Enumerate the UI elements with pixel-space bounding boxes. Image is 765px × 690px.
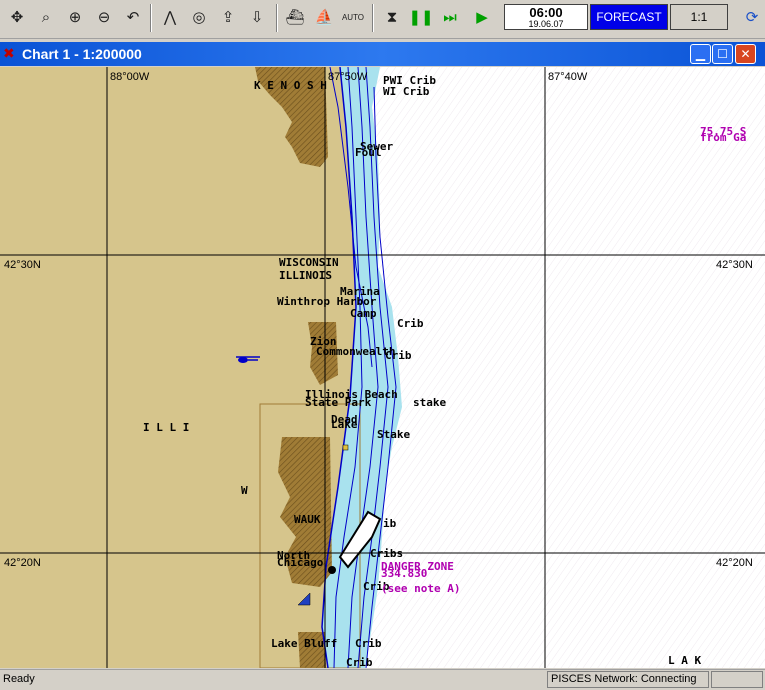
fast-forward-icon[interactable]: ⏭	[438, 5, 462, 29]
label-chicago: Chicago	[277, 556, 324, 569]
lat-42-30-label-left: 42°30N	[4, 259, 41, 271]
label-crib-1: Crib	[397, 317, 424, 330]
label-kenosha: K E N O S H	[254, 79, 327, 92]
stop-icon[interactable]: ⧗	[380, 5, 404, 29]
zoom-window-icon[interactable]: ⌕	[34, 5, 58, 29]
label-crib-5: Crib	[346, 656, 373, 668]
label-crib-4: Crib	[355, 637, 382, 650]
undo-icon[interactable]: ↶	[121, 5, 145, 29]
forecast-button[interactable]: FORECAST	[590, 4, 668, 30]
label-see-note: (see note A)	[381, 582, 460, 595]
lat-42-30-label-right: 42°30N	[716, 259, 753, 271]
chart-canvas[interactable]: 88°00W 87°50W 87°40W 42°30N 42°30N 42°20…	[0, 67, 765, 668]
app-icon: ✖	[3, 45, 15, 61]
label-illinois-state: I L L I	[143, 421, 189, 434]
simulation-clock: 06:00 19.06.07	[504, 4, 588, 30]
close-button[interactable]: ✕	[735, 44, 756, 64]
network-icon[interactable]: ⟳	[740, 5, 764, 29]
buoy-icon[interactable]	[342, 444, 349, 451]
label-lake-bluff: Lake Bluff	[271, 637, 337, 650]
lon-87-50-label: 87°50W	[328, 71, 368, 83]
label-camp: Camp	[350, 307, 377, 320]
time-scale-button[interactable]: 1:1	[670, 4, 728, 30]
clock-date: 19.06.07	[528, 18, 564, 29]
maximize-button[interactable]: ☐	[712, 44, 733, 64]
play-icon[interactable]: ▶	[470, 5, 494, 29]
nautical-chart[interactable]: 88°00W 87°50W 87°40W 42°30N 42°30N 42°20…	[0, 67, 765, 668]
label-magnetic-2: from Ga	[700, 131, 746, 144]
label-crib-2: Crib	[385, 349, 412, 362]
lon-88-00-label: 88°00W	[110, 71, 150, 83]
lat-42-20-label-left: 42°20N	[4, 557, 41, 569]
ship-icon[interactable]: ⛴	[283, 5, 307, 29]
toolbar-separator	[150, 4, 152, 32]
label-danger-zone-number: 334.830	[381, 567, 427, 580]
status-extra	[711, 671, 763, 688]
chart-window-title: Chart 1 - 1:200000	[22, 46, 142, 62]
clock-time: 06:00	[529, 4, 563, 20]
label-wisconsin: WISCONSIN	[279, 256, 339, 269]
move-icon[interactable]: ✥	[5, 5, 29, 29]
label-foul: Foul	[355, 146, 382, 159]
zoom-out-icon[interactable]: ⊖	[92, 5, 116, 29]
lat-42-20-label-right: 42°20N	[716, 557, 753, 569]
toolbar-separator	[372, 4, 374, 32]
harbor-icon[interactable]	[328, 566, 336, 574]
vessel-icon[interactable]: ⛵	[312, 5, 336, 29]
status-bar: Ready PISCES Network: Connecting	[0, 669, 765, 690]
label-lake-michigan: L A K	[668, 654, 701, 667]
label-state-park: State Park	[305, 396, 372, 409]
label-commonwealth: Commonwealth	[316, 345, 395, 358]
label-w: W	[241, 484, 248, 497]
lon-87-40-label: 87°40W	[548, 71, 588, 83]
compass-icon[interactable]: ⋀	[158, 5, 182, 29]
label-stake-2: Stake	[377, 428, 410, 441]
toolbar-separator	[276, 4, 278, 32]
export-icon[interactable]: ⇪	[216, 5, 240, 29]
label-cribs: Cribs	[370, 547, 403, 560]
label-stake-1: stake	[413, 396, 446, 409]
pause-icon[interactable]: ❚❚	[408, 5, 433, 29]
zoom-in-icon[interactable]: ⊕	[63, 5, 87, 29]
label-waukegan: WAUK	[294, 513, 321, 526]
minimize-button[interactable]: ▁	[690, 44, 711, 64]
label-lake: Lake	[331, 418, 358, 431]
label-wi-crib: WI Crib	[383, 85, 430, 98]
label-ib: ib	[383, 517, 397, 530]
import-icon[interactable]: ⇩	[245, 5, 269, 29]
status-network: PISCES Network: Connecting	[547, 671, 709, 688]
target-icon[interactable]: ◎	[187, 5, 211, 29]
auto-icon[interactable]: AUTO	[341, 5, 365, 29]
chart-window-titlebar[interactable]: ✖ Chart 1 - 1:200000 ▁ ☐ ✕	[0, 42, 765, 66]
status-ready: Ready	[3, 673, 35, 685]
label-illinois: ILLINOIS	[279, 269, 332, 282]
